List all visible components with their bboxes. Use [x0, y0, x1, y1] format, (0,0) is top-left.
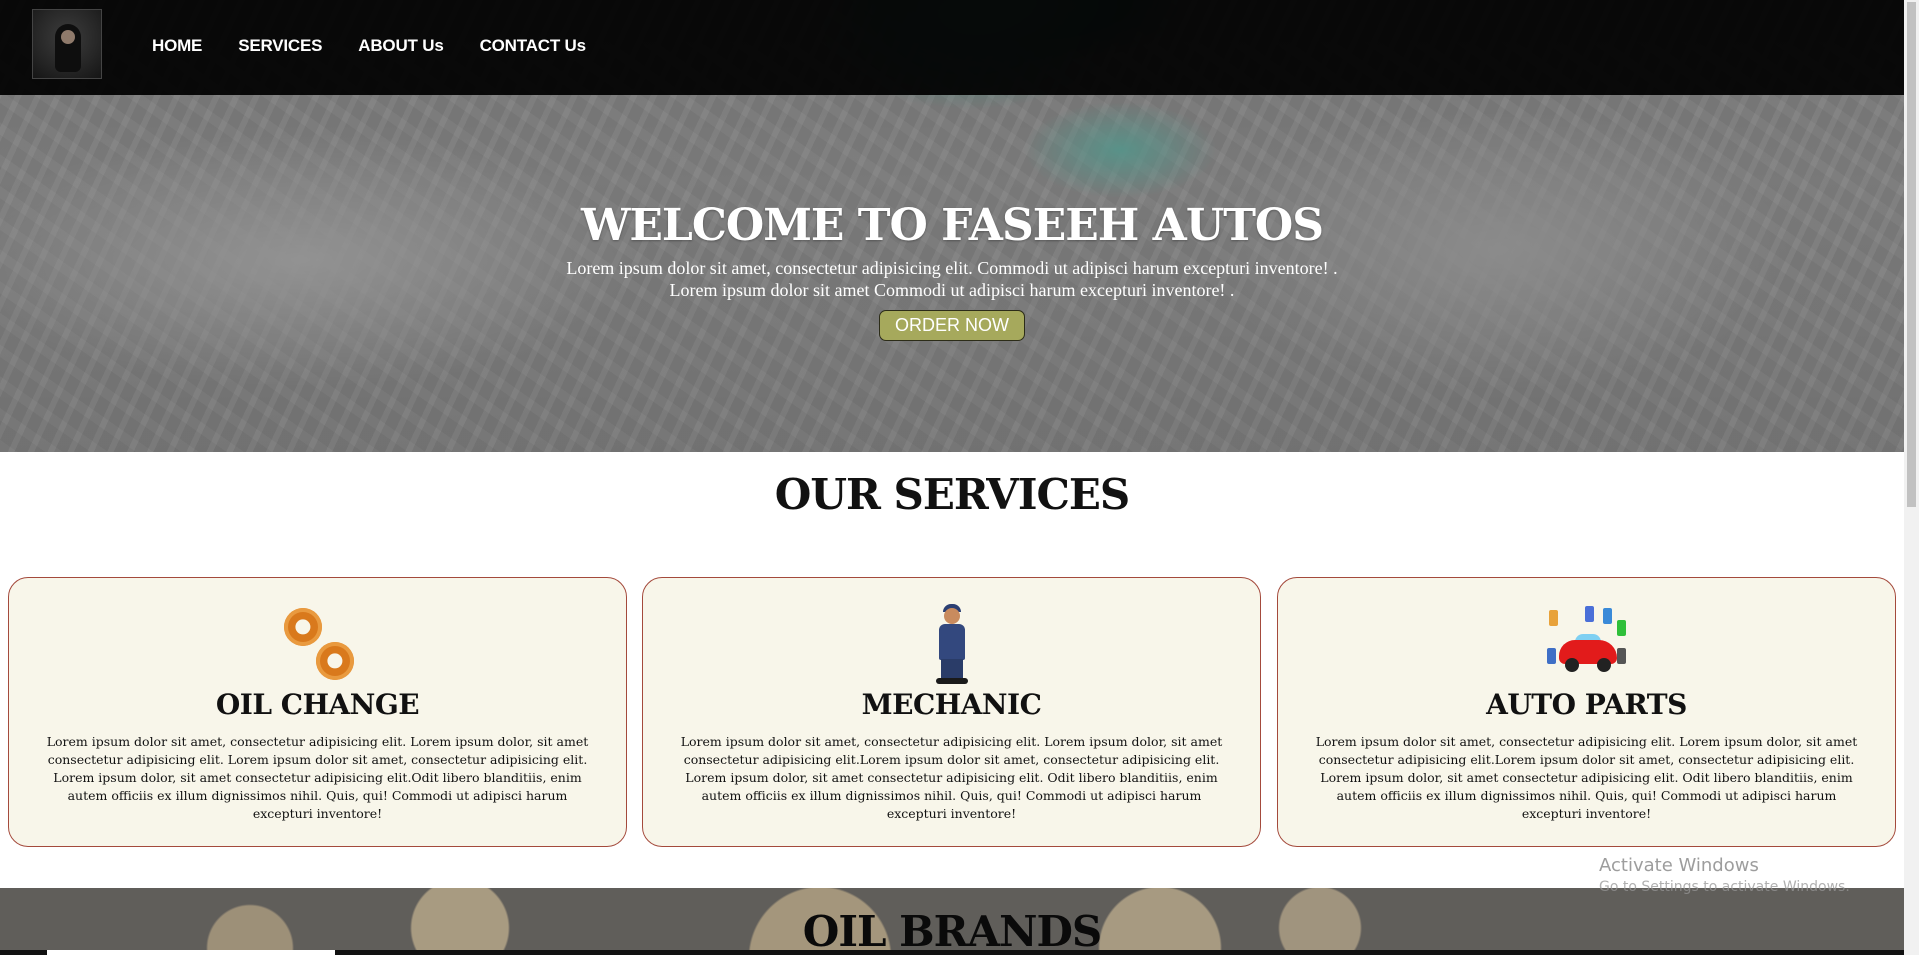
car-wheel: [1596, 658, 1611, 672]
oil-bottle: [1546, 648, 1556, 664]
service-card-text: Lorem ipsum dolor sit amet, consectetur …: [46, 734, 589, 821]
gears-icon: [276, 604, 360, 684]
service-card-auto-parts: AUTO PARTS Lorem ipsum dolor sit amet, c…: [1277, 577, 1896, 847]
horizontal-scrollbar-thumb[interactable]: [47, 950, 335, 955]
car-wheel: [1564, 658, 1579, 672]
mechanic-head: [943, 608, 960, 624]
vertical-scrollbar[interactable]: [1904, 0, 1919, 955]
mechanic-shoes: [935, 678, 968, 684]
vertical-scrollbar-thumb[interactable]: [1907, 2, 1916, 507]
watermark-title: Activate Windows: [1599, 855, 1759, 876]
nav-about[interactable]: ABOUT Us: [358, 36, 443, 56]
nav-contact[interactable]: CONTACT Us: [480, 36, 586, 56]
main-nav: HOME SERVICES ABOUT Us CONTACT Us: [152, 36, 622, 56]
auto-parts-icon: [1545, 604, 1629, 684]
logo-face-icon: [61, 30, 75, 44]
gear-small: [315, 642, 354, 680]
services-title: OUR SERVICES: [774, 470, 1131, 519]
site-logo[interactable]: [32, 9, 102, 79]
service-card-title: OIL CHANGE: [215, 688, 420, 721]
activate-windows-watermark: Activate Windows Go to Settings to activ…: [1599, 855, 1850, 895]
oil-brands-section: OIL BRANDS: [0, 888, 1904, 955]
oil-brands-title: OIL BRANDS: [802, 907, 1103, 955]
service-card-mechanic: MECHANIC Lorem ipsum dolor sit amet, con…: [642, 577, 1261, 847]
oil-bottle: [1584, 606, 1594, 622]
nav-home[interactable]: HOME: [152, 36, 202, 56]
watermark-subtitle: Go to Settings to activate Windows.: [1599, 879, 1850, 895]
oil-bottle: [1616, 620, 1626, 636]
oil-bottle: [1548, 610, 1558, 626]
service-card-text: Lorem ipsum dolor sit amet, consectetur …: [680, 734, 1223, 821]
oil-bottle: [1602, 608, 1612, 624]
mechanic-body: [938, 624, 965, 660]
hero-section: HOME SERVICES ABOUT Us CONTACT Us WELCOM…: [0, 0, 1904, 452]
hero-title: WELCOME TO FASEEH AUTOS: [580, 200, 1324, 251]
service-card-title: MECHANIC: [861, 688, 1042, 721]
service-card-title: AUTO PARTS: [1486, 688, 1687, 721]
gear-large: [283, 608, 322, 646]
nav-services[interactable]: SERVICES: [238, 36, 322, 56]
hero-content: WELCOME TO FASEEH AUTOS Lorem ipsum dolo…: [0, 200, 1904, 341]
hero-text-line-1: Lorem ipsum dolor sit amet, consectetur …: [566, 258, 1338, 278]
order-now-button[interactable]: ORDER NOW: [879, 310, 1025, 341]
mechanic-icon: [910, 604, 994, 684]
navbar: HOME SERVICES ABOUT Us CONTACT Us: [0, 0, 1904, 95]
service-card-oil-change: OIL CHANGE Lorem ipsum dolor sit amet, c…: [8, 577, 627, 847]
service-card-text: Lorem ipsum dolor sit amet, consectetur …: [1315, 734, 1858, 821]
oil-can: [1616, 648, 1626, 664]
hero-text-line-2: Lorem ipsum dolor sit amet Commodi ut ad…: [669, 280, 1235, 300]
